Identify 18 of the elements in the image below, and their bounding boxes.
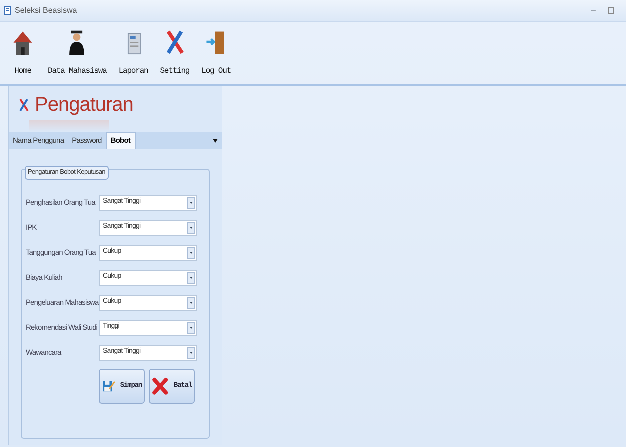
toolbar-button[interactable]: Home [8,26,38,78]
caret-icon[interactable] [190,252,192,254]
caret-icon[interactable] [190,226,192,228]
dropdown-arrow-icon[interactable] [213,138,218,142]
caret-icon[interactable] [190,276,192,278]
restore-icon[interactable] [608,7,614,14]
caret-icon[interactable] [190,352,192,354]
toolbar-button[interactable]: Data Mahasiswa [46,26,109,78]
toolbar-button[interactable]: Setting [158,26,192,78]
window-title: Seleksi Beasiswa [15,4,78,16]
caret-icon[interactable] [190,202,192,204]
page-title: Pengaturan [35,93,134,118]
minimize-button[interactable]: – [592,4,596,16]
toolbar-button[interactable]: Log Out [200,26,234,78]
toolbar-button[interactable]: Laporan [116,26,150,78]
app-icon [4,6,11,15]
caret-icon[interactable] [190,302,192,304]
caret-icon[interactable] [190,326,192,328]
